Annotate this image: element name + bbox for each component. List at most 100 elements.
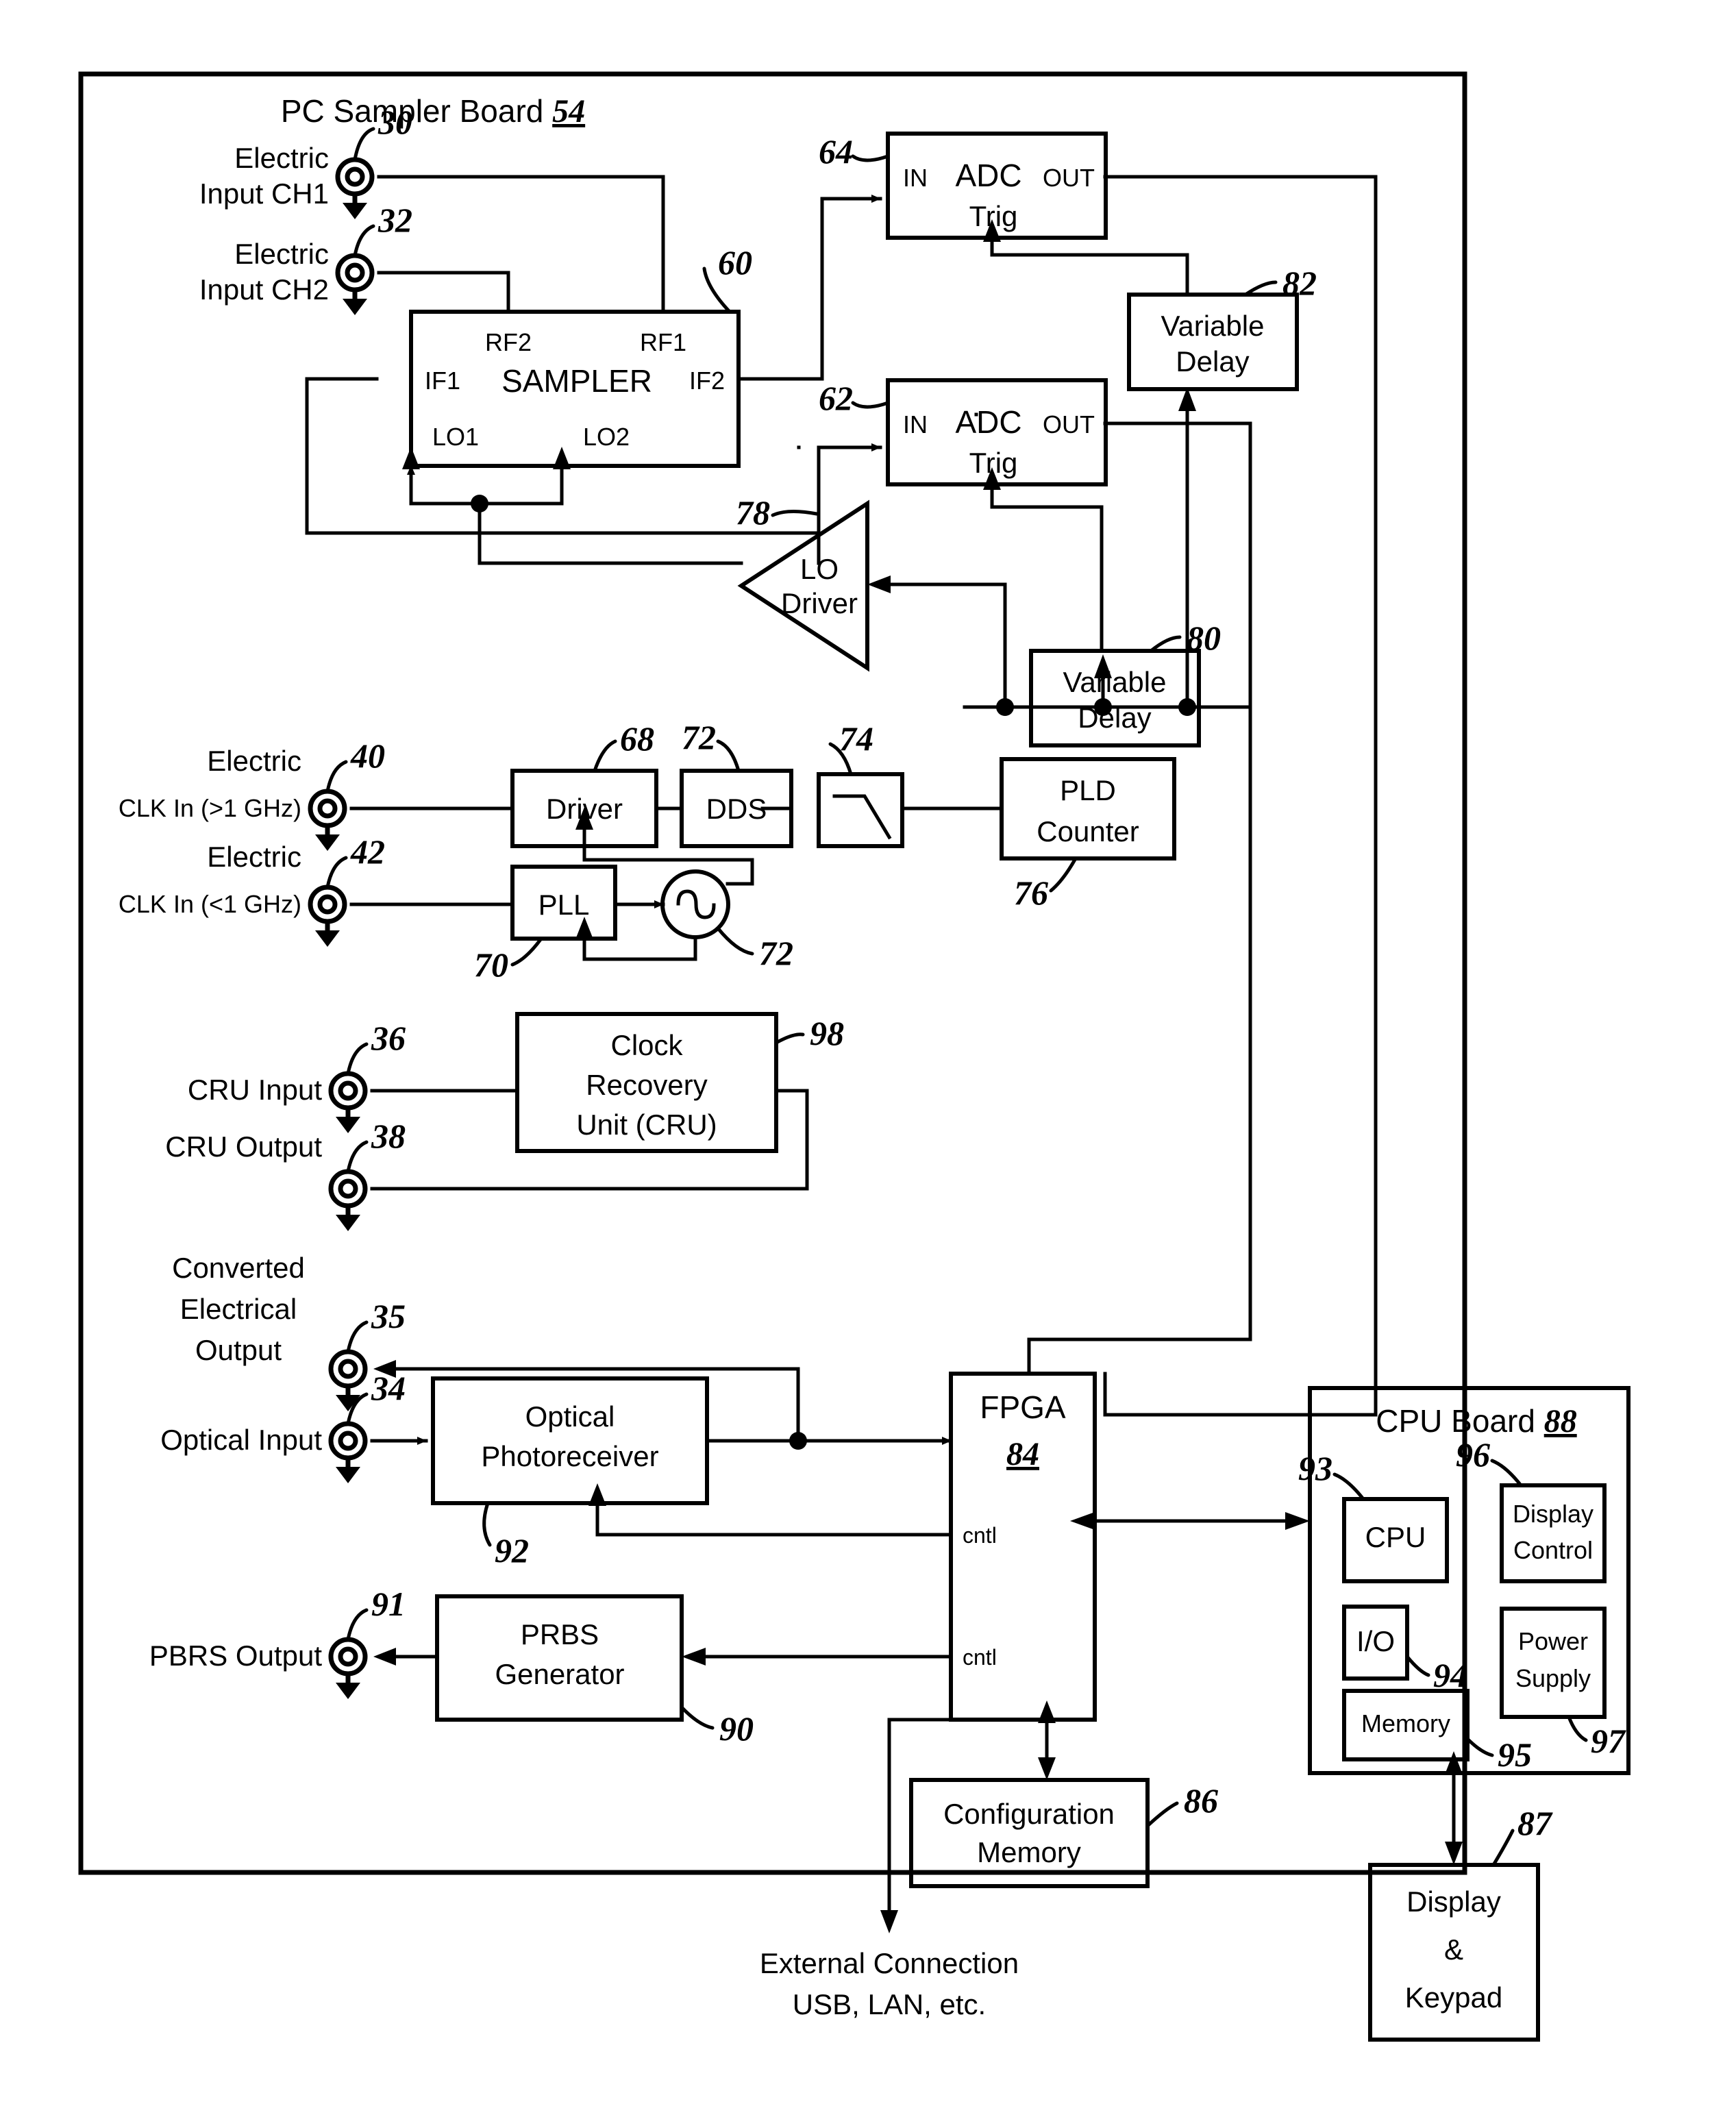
ref-number-60: 60 — [718, 243, 752, 282]
block-pll[interactable]: PLL — [510, 865, 617, 941]
cpu-title: CPU — [1365, 1521, 1426, 1553]
block-adc-64[interactable]: IN ADC OUT Trig — [886, 132, 1108, 240]
ref-leader-32: 32 — [353, 201, 412, 258]
block-pld-counter[interactable]: PLD Counter — [1000, 757, 1176, 861]
ref-number-82: 82 — [1282, 264, 1317, 302]
block-variable-delay-82[interactable]: Variable Delay — [1127, 293, 1299, 391]
port-label-42-line1: Electric — [207, 841, 301, 873]
memory-title: Memory — [1361, 1709, 1450, 1737]
vdelay82-line1: Variable — [1161, 310, 1265, 342]
block-adc-62[interactable]: IN ADC OUT Trig — [886, 378, 1108, 486]
ref-number-91: 91 — [371, 1585, 406, 1623]
port-label-34: Optical Input — [160, 1424, 322, 1456]
lo-driver-line2: Driver — [781, 587, 858, 619]
connector-icon-32[interactable] — [335, 253, 375, 315]
block-prbs-generator[interactable]: PRBS Generator — [435, 1594, 684, 1722]
fpga-pin-cntl-2: cntl — [963, 1645, 997, 1670]
ref-number-87: 87 — [1517, 1804, 1553, 1842]
adc62-title: ADC — [955, 404, 1021, 440]
ref-leader-70: 70 — [474, 937, 543, 984]
ref-number-64: 64 — [819, 132, 853, 171]
ref-leader-78: 78 — [736, 493, 819, 532]
cru-line1: Clock — [610, 1029, 683, 1061]
junction-dot — [471, 495, 488, 512]
ref-leader-40: 40 — [325, 737, 385, 793]
external-connection-line2: USB, LAN, etc. — [793, 1988, 986, 2020]
ref-number-97: 97 — [1591, 1722, 1626, 1760]
patent-block-diagram: PC Sampler Board 54 Electric Input CH1 E… — [0, 0, 1736, 2104]
connector-icon-38[interactable] — [328, 1169, 368, 1231]
connector-icon-30[interactable] — [335, 157, 375, 219]
vdelay82-line2: Delay — [1176, 345, 1249, 378]
block-clock-recovery-unit[interactable]: Clock Recovery Unit (CRU) — [515, 1012, 778, 1153]
display-keypad-line1: Display — [1406, 1885, 1501, 1918]
ref-number-40: 40 — [350, 737, 385, 775]
ref-number-90: 90 — [719, 1709, 754, 1748]
ref-leader-95: 95 — [1465, 1735, 1532, 1774]
connector-icon-91[interactable] — [328, 1637, 368, 1699]
photoreceiver-line2: Photoreceiver — [481, 1440, 658, 1472]
block-lowpass-filter[interactable] — [817, 772, 904, 848]
io-title: I/O — [1356, 1625, 1395, 1657]
connector-icon-40[interactable] — [308, 789, 347, 851]
block-variable-delay-80[interactable]: Variable Delay — [1029, 649, 1201, 747]
adc64-pin-trig: Trig — [969, 200, 1018, 232]
ref-leader-94: 94 — [1405, 1655, 1467, 1694]
connector-icon-42[interactable] — [308, 884, 347, 947]
junction-dot-vd82 — [1178, 698, 1196, 716]
block-fpga[interactable]: FPGA 84 cntl cntl — [949, 1372, 1097, 1722]
port-label-30-line2: Input CH1 — [199, 177, 329, 210]
fpga-title: FPGA — [980, 1389, 1066, 1425]
wire-network — [305, 175, 1463, 1933]
oscillator-icon — [676, 889, 716, 919]
pc-sampler-board-boundary — [78, 71, 1467, 1875]
ref-leader-72-dds: 72 — [682, 718, 741, 773]
block-display-keypad[interactable]: Display & Keypad — [1368, 1863, 1540, 2042]
block-display-control[interactable]: Display Control — [1500, 1483, 1607, 1583]
connector-icon-35[interactable] — [328, 1349, 368, 1411]
ref-leader-76: 76 — [1014, 856, 1078, 912]
adc64-pin-out: OUT — [1043, 164, 1095, 192]
sampler-pin-rf1: RF1 — [640, 328, 686, 356]
ref-leader-86: 86 — [1145, 1781, 1218, 1828]
ref-number-86: 86 — [1184, 1781, 1218, 1820]
ref-leader-35: 35 — [346, 1297, 406, 1354]
power-supply-line2: Supply — [1515, 1664, 1591, 1692]
sampler-pin-lo1: LO1 — [432, 423, 479, 451]
port-label-42-line2: CLK In (<1 GHz) — [119, 890, 301, 918]
arrowhead-external-connection — [880, 1910, 898, 1933]
adc62-pin-trig: Trig — [969, 447, 1018, 479]
port-label-32-line2: Input CH2 — [199, 273, 329, 306]
ref-number-38: 38 — [371, 1117, 406, 1155]
cfgmem-line2: Memory — [977, 1836, 1081, 1868]
block-memory[interactable]: Memory — [1342, 1689, 1470, 1761]
ref-number-72-vco: 72 — [759, 934, 793, 972]
power-supply-line1: Power — [1518, 1627, 1588, 1655]
prbs-line1: PRBS — [521, 1618, 599, 1650]
adc64-title: ADC — [955, 158, 1021, 193]
arrowhead-cfgmem-down — [1038, 1757, 1056, 1780]
ref-number-80: 80 — [1187, 619, 1221, 657]
cru-line2: Recovery — [586, 1069, 707, 1101]
block-cpu[interactable]: CPU — [1342, 1497, 1449, 1583]
ref-leader-74: 74 — [828, 719, 873, 776]
ref-leader-87: 87 — [1491, 1804, 1553, 1867]
block-sampler[interactable]: RF2 RF1 IF1 IF2 SAMPLER LO1 LO2 — [409, 310, 741, 468]
adc62-pin-out: OUT — [1043, 410, 1095, 438]
ref-number-30: 30 — [377, 103, 412, 141]
pll-title: PLL — [538, 889, 590, 921]
block-power-supply[interactable]: Power Supply — [1500, 1607, 1607, 1719]
block-io[interactable]: I/O — [1342, 1605, 1409, 1681]
port-label-36: CRU Input — [188, 1074, 322, 1106]
ref-number-76: 76 — [1014, 874, 1048, 912]
ref-number-32: 32 — [377, 201, 412, 239]
ref-leader-90: 90 — [680, 1705, 754, 1748]
sampler-pin-if1: IF1 — [425, 367, 460, 395]
ref-number-42: 42 — [350, 832, 385, 871]
arrowhead-lodriver-in — [867, 575, 891, 593]
block-optical-photoreceiver[interactable]: Optical Photoreceiver — [431, 1376, 709, 1505]
connector-icon-34[interactable] — [328, 1421, 368, 1483]
port-labels: Electric Input CH1 Electric Input CH2 El… — [119, 142, 329, 1672]
connector-icon-36[interactable] — [328, 1071, 368, 1133]
ref-number-94: 94 — [1433, 1656, 1467, 1694]
